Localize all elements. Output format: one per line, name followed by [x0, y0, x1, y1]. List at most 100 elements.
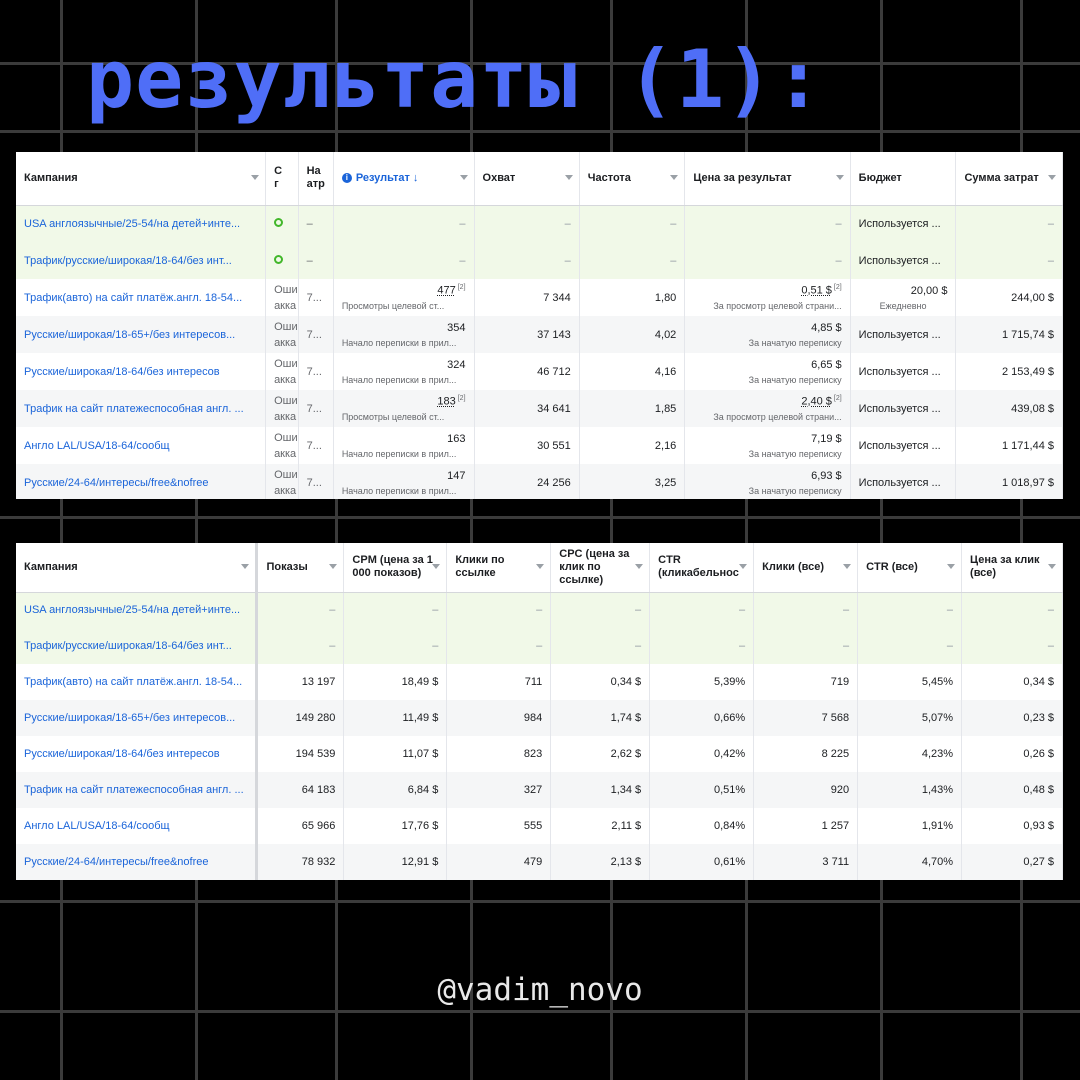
col-cpm[interactable]: CPM (цена за 1 000 показов): [343, 543, 448, 593]
table-row[interactable]: Англо LAL/USA/18-64/сообщ Оши акка 7... 163…: [16, 427, 1063, 464]
cpm-value: –: [343, 628, 448, 664]
impressions-value: –: [256, 628, 345, 664]
link-clicks-value: –: [446, 628, 552, 664]
table-row[interactable]: Русские/широкая/18-65+/без интересов... О…: [16, 316, 1063, 353]
col-reach[interactable]: Охват: [474, 152, 580, 206]
result-value: –: [459, 254, 466, 267]
campaign-name-link[interactable]: Трафик/русские/широкая/18-64/без инт...: [16, 628, 259, 664]
cost-per-result-cell: 0,51 $ [2] За просмотр целевой страни...: [684, 279, 851, 316]
ctr-value: –: [649, 628, 755, 664]
budget-cell: Используется ...: [850, 242, 957, 279]
campaign-name-link[interactable]: USA англоязычные/25-54/на детей+инте...: [16, 205, 267, 242]
campaign-name-link[interactable]: USA англоязычные/25-54/на детей+инте...: [16, 592, 259, 628]
table-row[interactable]: USA англоязычные/25-54/на детей+инте... –…: [16, 205, 1063, 242]
col-campaign[interactable]: Кампания: [16, 152, 267, 206]
col-clicks-all[interactable]: Клики (все): [753, 543, 859, 593]
campaign-name-link[interactable]: Трафик на сайт платежеспособная англ. ..…: [16, 772, 259, 808]
delivery-status: [265, 205, 299, 242]
attribution-setting: –: [298, 205, 334, 242]
result-value: –: [459, 217, 466, 230]
ctr-all-value: 5,45%: [857, 664, 963, 700]
table-row[interactable]: Русские/широкая/18-64/без интересов Оши а…: [16, 353, 1063, 390]
clicks-all-value: 1 257: [753, 808, 859, 844]
col-campaign[interactable]: Кампания: [16, 543, 259, 593]
campaign-name-link[interactable]: Трафик на сайт платежеспособная англ. ..…: [16, 390, 267, 427]
frequency-value: 1,80: [579, 279, 686, 316]
attribution-setting: 7...: [298, 427, 334, 464]
cpc-all-value: 0,23 $: [961, 700, 1063, 736]
cpc-all-value: –: [961, 628, 1063, 664]
cpm-value: 11,49 $: [343, 700, 448, 736]
cpm-value: 6,84 $: [343, 772, 448, 808]
results-table: Кампания С г На атр i Результат ↓ Охват Ч…: [16, 152, 1063, 499]
campaign-name-link[interactable]: Англо LAL/USA/18-64/сообщ: [16, 808, 259, 844]
table-row[interactable]: Трафик(авто) на сайт платёж.англ. 18-54.…: [16, 279, 1063, 316]
campaign-name-link[interactable]: Русские/24-64/интересы/free&nofree: [16, 464, 267, 499]
cost-per-result-value: 7,19 $: [811, 432, 842, 445]
col-budget[interactable]: Бюджет: [850, 152, 957, 206]
frequency-value: 3,25: [579, 464, 686, 499]
table-row[interactable]: Англо LAL/USA/18-64/сообщ 65 966 17,76 $55…: [16, 808, 1063, 844]
table-header-row: Кампания Показы CPM (цена за 1 000 показ…: [16, 543, 1063, 593]
reach-value: 34 641: [474, 390, 580, 427]
table-row[interactable]: Русские/широкая/18-65+/без интересов... 1…: [16, 700, 1063, 736]
col-frequency[interactable]: Частота: [579, 152, 686, 206]
col-link-clicks[interactable]: Клики по ссылке: [446, 543, 552, 593]
table-row[interactable]: Трафик(авто) на сайт платёж.англ. 18-54.…: [16, 664, 1063, 700]
col-status[interactable]: С г: [265, 152, 299, 206]
status-text: Оши акка: [274, 357, 298, 386]
amount-spent-value: 1 018,97 $: [955, 464, 1063, 499]
budget-value: Используется ...: [858, 402, 941, 415]
link-clicks-value: 555: [446, 808, 552, 844]
table-row[interactable]: Трафик на сайт платежеспособная англ. ..…: [16, 390, 1063, 427]
budget-cell: Используется ...: [850, 353, 957, 390]
result-type: Начало переписки в прил...: [341, 337, 457, 348]
col-cost-per-result[interactable]: Цена за результат: [684, 152, 851, 206]
col-attribution[interactable]: На атр: [298, 152, 334, 206]
table-row[interactable]: Трафик/русские/широкая/18-64/без инт... –…: [16, 628, 1063, 664]
col-result[interactable]: i Результат ↓: [333, 152, 475, 206]
table-row[interactable]: Русские/24-64/интересы/free&nofree Оши ак…: [16, 464, 1063, 499]
table-row[interactable]: Трафик/русские/широкая/18-64/без инт... –…: [16, 242, 1063, 279]
campaign-name-link[interactable]: Русские/24-64/интересы/free&nofree: [16, 844, 259, 880]
attribution-setting: 7...: [298, 279, 334, 316]
campaign-name-link[interactable]: Англо LAL/USA/18-64/сообщ: [16, 427, 267, 464]
campaign-name-link[interactable]: Трафик(авто) на сайт платёж.англ. 18-54.…: [16, 664, 259, 700]
table-row[interactable]: Трафик на сайт платежеспособная англ. ..…: [16, 772, 1063, 808]
attribution-setting: 7...: [298, 464, 334, 499]
cost-per-result-cell: –: [684, 205, 851, 242]
ctr-all-value: 1,43%: [857, 772, 963, 808]
result-cell: –: [333, 205, 475, 242]
campaign-name-link[interactable]: Русские/широкая/18-65+/без интересов...: [16, 316, 267, 353]
cost-per-result-cell: 6,65 $ За начатую переписку: [684, 353, 851, 390]
clicks-all-value: –: [753, 628, 859, 664]
campaign-name-link[interactable]: Трафик(авто) на сайт платёж.англ. 18-54.…: [16, 279, 267, 316]
result-type: Начало переписки в прил...: [341, 448, 457, 459]
col-amount-spent[interactable]: Сумма затрат: [955, 152, 1063, 206]
campaign-name-link[interactable]: Трафик/русские/широкая/18-64/без инт...: [16, 242, 267, 279]
campaign-name-link[interactable]: Русские/широкая/18-64/без интересов: [16, 736, 259, 772]
ctr-value: 0,66%: [649, 700, 755, 736]
budget-value: 20,00 $: [910, 284, 948, 297]
campaign-name-link[interactable]: Русские/широкая/18-64/без интересов: [16, 353, 267, 390]
active-status-icon: [274, 217, 284, 227]
reach-value: 30 551: [474, 427, 580, 464]
col-ctr-all[interactable]: CTR (все): [857, 543, 963, 593]
table-row[interactable]: USA англоязычные/25-54/на детей+инте... –…: [16, 592, 1063, 628]
metrics-table: Кампания Показы CPM (цена за 1 000 показ…: [16, 543, 1063, 880]
cpc-all-value: 0,93 $: [961, 808, 1063, 844]
col-cpc[interactable]: CPC (цена за клик по ссылке): [550, 543, 651, 593]
budget-value: Используется ...: [858, 365, 941, 378]
col-impressions[interactable]: Показы: [256, 543, 345, 593]
campaign-name-link[interactable]: Русские/широкая/18-65+/без интересов...: [16, 700, 259, 736]
table-row[interactable]: Русские/24-64/интересы/free&nofree 78 932…: [16, 844, 1063, 880]
ctr-value: 0,61%: [649, 844, 755, 880]
col-cpc-all[interactable]: Цена за клик (все): [961, 543, 1063, 593]
ctr-all-value: 4,70%: [857, 844, 963, 880]
result-type: Начало переписки в прил...: [341, 485, 457, 496]
clicks-all-value: 719: [753, 664, 859, 700]
col-ctr[interactable]: CTR (кликабельнос: [649, 543, 755, 593]
delivery-status: Оши акка: [265, 279, 299, 316]
table-row[interactable]: Русские/широкая/18-64/без интересов 194 5…: [16, 736, 1063, 772]
footnote-marker: [2]: [831, 395, 842, 403]
